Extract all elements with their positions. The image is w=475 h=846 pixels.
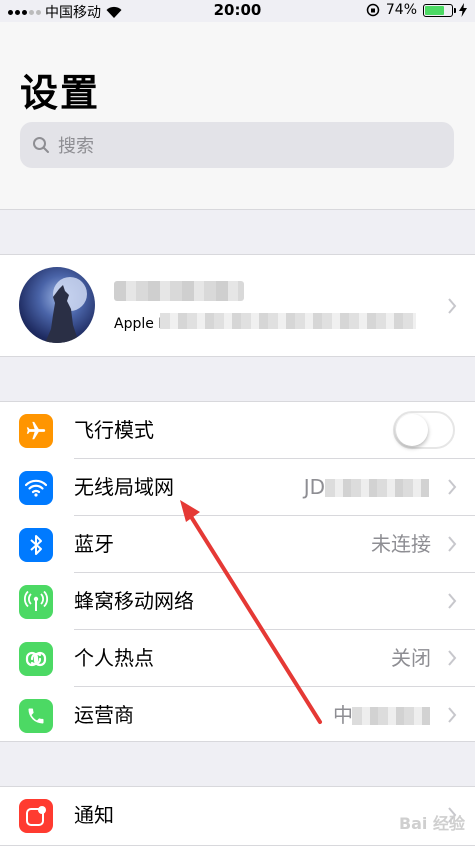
- baidu-watermark: Bai 经验: [398, 814, 465, 833]
- settings-row-label: 通知: [74, 803, 114, 827]
- notification-icon: [19, 799, 53, 833]
- annotation-arrow: [180, 500, 322, 724]
